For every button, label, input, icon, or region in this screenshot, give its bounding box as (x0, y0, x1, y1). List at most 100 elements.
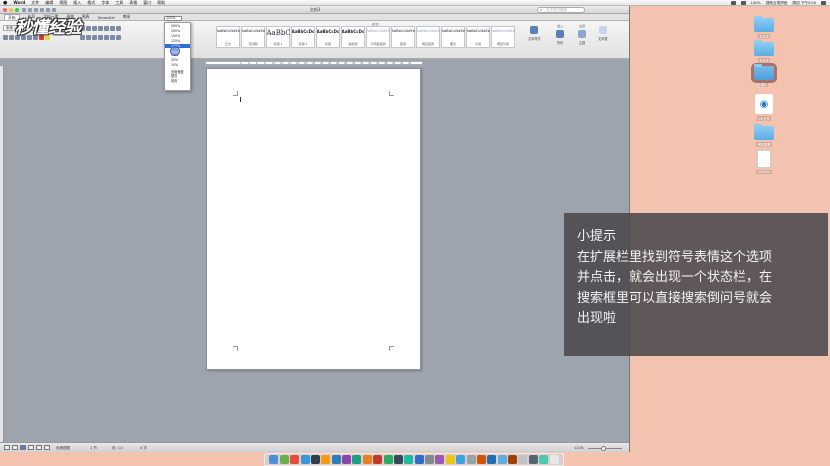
dock-app-icon[interactable] (383, 455, 393, 464)
tab-review[interactable]: 审阅 (123, 14, 131, 20)
numbering-icon[interactable] (86, 26, 91, 31)
dock-app-icon[interactable] (528, 455, 538, 464)
style-subtle-emphasis[interactable]: AaBbCcDdEe 不明显强调 (366, 26, 390, 48)
dock-app-icon[interactable] (269, 455, 279, 464)
menu-item[interactable]: 字体 (101, 0, 109, 6)
text-styles-group[interactable]: 文本样式 (528, 24, 541, 41)
sort-icon[interactable] (110, 26, 115, 31)
dock-app-icon[interactable] (331, 455, 341, 464)
dock-app-icon[interactable] (445, 455, 455, 464)
justify-icon[interactable] (98, 35, 103, 40)
dock-app-icon[interactable] (549, 455, 559, 464)
dock-app-icon[interactable] (279, 455, 289, 464)
view-notebook-button[interactable] (28, 445, 34, 450)
desktop-folder[interactable]: 文件夹 (744, 16, 784, 39)
style-heading-1[interactable]: AaBbC 标题 1 (266, 26, 290, 48)
dock-app-icon[interactable] (435, 455, 445, 464)
dock-app-icon[interactable] (310, 455, 320, 464)
indent-icon[interactable] (104, 26, 109, 31)
ruler-tick-label: 44 (408, 62, 412, 65)
wifi-icon[interactable] (730, 1, 736, 5)
outdent-icon[interactable] (98, 26, 103, 31)
menu-item[interactable]: 工具 (115, 0, 123, 6)
style-subtitle[interactable]: AaBbCcDc 副标题 (341, 26, 365, 48)
desktop-file[interactable]: Untitled (744, 150, 784, 174)
dock-app-icon[interactable] (404, 455, 414, 464)
dock-app-icon[interactable] (476, 455, 486, 464)
dock-app-icon[interactable] (342, 455, 351, 464)
style-intense-quote[interactable]: AaBbCcDdEe 明显引用 (491, 26, 515, 48)
apple-icon[interactable]: ● (3, 0, 7, 6)
view-focus-button[interactable] (44, 445, 50, 450)
view-outline-button[interactable] (12, 445, 18, 450)
menu-item[interactable]: 窗口 (143, 0, 151, 6)
volume-icon[interactable] (740, 1, 746, 5)
search-input[interactable]: ⌕ 在文档中搜索 (537, 7, 585, 13)
menu-item[interactable]: 插入 (73, 0, 81, 6)
menu-item[interactable]: 编辑 (45, 0, 53, 6)
menu-item[interactable]: 帮助 (157, 0, 165, 6)
desktop-qq-file[interactable]: ◉ QQ文件 (744, 94, 784, 121)
style-intense-emphasis[interactable]: AaBbCcDdEe 明显强调 (416, 26, 440, 48)
document-page[interactable] (206, 68, 421, 370)
dock-app-icon[interactable] (414, 455, 424, 464)
textbox-group[interactable]: 文本框 (598, 24, 608, 41)
horizontal-ruler[interactable]: 2 4 6 8 10 12 14 16 18 20 22 24 26 28 30 32 34 36 38 40 42 44 (205, 61, 423, 65)
italic-icon[interactable] (9, 35, 14, 40)
view-page-button[interactable] (20, 445, 26, 450)
style-sample: AaBbCcDdEe (216, 29, 240, 33)
dock-app-icon[interactable] (300, 455, 310, 464)
style-emphasis[interactable]: AaBbCcDdEe 强调 (391, 26, 415, 48)
dock-app-icon[interactable] (321, 455, 331, 464)
line-spacing-icon[interactable] (104, 35, 109, 40)
input-method[interactable]: 搜狗五笔拼音 (766, 1, 788, 6)
menu-item[interactable]: 表格 (129, 0, 137, 6)
tab-charts[interactable]: 图表 (82, 14, 90, 20)
desktop-folder-selected[interactable]: 图片 (744, 63, 784, 87)
align-right-icon[interactable] (92, 35, 97, 40)
theme-group[interactable]: 主题 主题 (578, 24, 586, 45)
battery-percent[interactable]: 100% (751, 1, 761, 5)
view-publish-button[interactable] (36, 445, 42, 450)
style-strong[interactable]: AaBbCcDdEe 要点 (441, 26, 465, 48)
dock-app-icon[interactable] (518, 455, 528, 464)
dock-app-icon[interactable] (373, 455, 383, 464)
menu-app-name[interactable]: Word (13, 0, 25, 5)
borders-icon[interactable] (116, 35, 121, 40)
dock-app-icon[interactable] (352, 455, 362, 464)
pilcrow-icon[interactable] (116, 26, 121, 31)
menu-item[interactable]: 视图 (59, 0, 67, 6)
dock-app-icon[interactable] (425, 455, 434, 464)
style-no-spacing[interactable]: AaBbCcDdEe 无间隔 (241, 26, 265, 48)
style-heading-2[interactable]: AaBbCcDc 标题 2 (291, 26, 315, 48)
dock-app-icon[interactable] (466, 455, 476, 464)
style-normal[interactable]: AaBbCcDdEe 正文 (216, 26, 240, 48)
desktop-folder[interactable]: 资料整理 (744, 124, 784, 147)
insert-shape-group[interactable]: 插入 形状 (556, 24, 564, 45)
desktop-folder[interactable]: 文件夹 (744, 40, 784, 63)
dock-app-icon[interactable] (393, 455, 403, 464)
clock[interactable]: 周四 下午3:00 (792, 1, 816, 6)
dock-app-icon[interactable] (290, 455, 300, 464)
view-draft-button[interactable] (4, 445, 10, 450)
dock-app-icon[interactable] (497, 455, 507, 464)
zoom-slider-thumb[interactable] (601, 446, 606, 451)
shading-icon[interactable] (110, 35, 115, 40)
zoom-dropdown[interactable]: 125% (164, 16, 182, 21)
dock-app-icon[interactable] (508, 455, 517, 464)
tab-smartart[interactable]: SmartArt (98, 15, 115, 20)
align-center-icon[interactable] (86, 35, 91, 40)
vertical-ruler[interactable] (0, 66, 4, 446)
dock-app-icon[interactable] (362, 455, 372, 464)
style-title[interactable]: AaBbCcDc 标题 (316, 26, 340, 48)
dock-app-icon[interactable] (539, 455, 549, 464)
zoom-option[interactable]: 双页 (165, 79, 190, 84)
menu-item[interactable]: 文件 (31, 0, 39, 6)
bold-icon[interactable] (3, 35, 8, 40)
menu-item[interactable]: 格式 (87, 0, 95, 6)
style-quote[interactable]: AaBbCcDdEe 引用 (466, 26, 490, 48)
spotlight-icon[interactable] (821, 1, 826, 5)
dock-app-icon[interactable] (487, 455, 497, 464)
multilevel-icon[interactable] (92, 26, 97, 31)
dock-app-icon[interactable] (456, 455, 466, 464)
